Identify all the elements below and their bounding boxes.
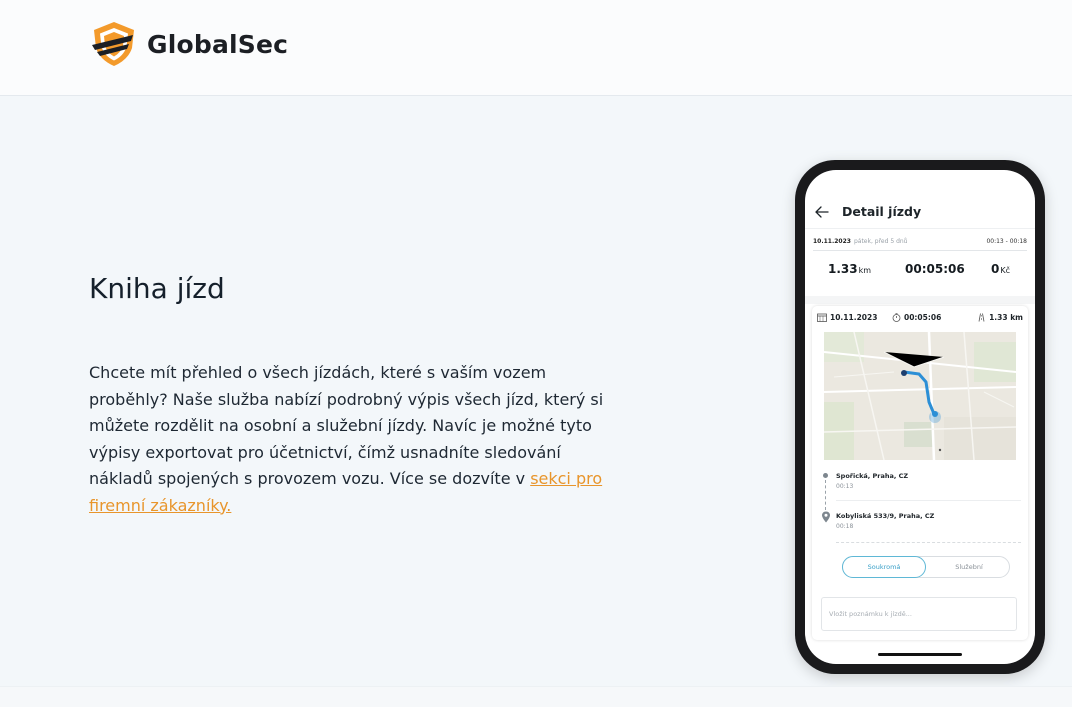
screen-title: Detail jízdy <box>842 204 922 219</box>
trip-date-sub: pátek, před 5 dnů <box>853 238 908 245</box>
trip-card: 10.11.2023 00:05:06 1.33 km Spořická, Pr… <box>812 306 1028 640</box>
stat-distance: 1.33km <box>828 262 871 276</box>
brand-name: GlobalSec <box>147 29 289 59</box>
trip-type-toggle[interactable]: Soukromá Služební <box>842 556 1010 578</box>
toggle-private[interactable]: Soukromá <box>842 556 926 578</box>
end-time: 00:18 <box>836 523 854 530</box>
phone-mockup: Detail jízdy 10.11.2023 pátek, před 5 dnů… <box>795 160 1045 674</box>
road-icon <box>978 313 985 322</box>
card-distance: 1.33 km <box>977 313 1023 322</box>
route-connector <box>825 480 826 510</box>
divider <box>813 250 1027 251</box>
stat-cost: 0Kč <box>991 262 1010 276</box>
brand-logo[interactable]: GlobalSec <box>91 21 288 67</box>
card-date: 10.11.2023 <box>817 313 877 322</box>
calendar-icon <box>817 313 827 322</box>
start-time: 00:13 <box>836 483 854 490</box>
shield-logo-icon <box>92 22 134 66</box>
section-description: Chcete mít přehled o všech jízdách, kter… <box>89 360 629 519</box>
back-arrow-icon[interactable] <box>814 204 830 220</box>
section-title: Kniha jízd <box>89 272 225 305</box>
section-gap <box>805 296 1035 304</box>
start-dot-icon <box>823 473 828 478</box>
trip-card-header: 10.11.2023 00:05:06 1.33 km <box>817 313 1023 325</box>
stat-distance-unit: km <box>858 266 872 275</box>
home-indicator <box>878 653 962 656</box>
card-duration-text: 00:05:06 <box>904 313 942 322</box>
start-address: Spořická, Praha, CZ <box>836 472 909 480</box>
end-address: Kobyliská 533/9, Praha, CZ <box>836 512 935 520</box>
divider <box>805 228 1035 229</box>
stat-duration: 00:05:06 <box>905 262 965 276</box>
phone-screen: Detail jízdy 10.11.2023 pátek, před 5 dnů… <box>805 170 1035 664</box>
site-header: GlobalSec <box>0 0 1072 96</box>
location-pin-icon <box>822 511 830 523</box>
stat-distance-value: 1.33 <box>828 262 858 276</box>
note-input[interactable]: Vložit poznámku k jízdě... <box>821 597 1017 631</box>
card-date-text: 10.11.2023 <box>830 313 878 322</box>
app-header: Detail jízdy <box>805 200 1035 230</box>
divider <box>836 542 1021 543</box>
divider <box>836 500 1021 501</box>
card-distance-text: 1.33 km <box>989 313 1023 322</box>
trip-time-range: 00:13 - 00:18 <box>986 238 1027 245</box>
card-duration: 00:05:06 <box>892 313 941 322</box>
description-text: Chcete mít přehled o všech jízdách, kter… <box>89 363 604 488</box>
trip-date: 10.11.2023 <box>813 238 851 245</box>
toggle-business[interactable]: Služební <box>927 557 1011 577</box>
stopwatch-icon <box>892 313 901 322</box>
stat-cost-unit: Kč <box>1000 266 1011 275</box>
route-map[interactable] <box>824 332 1016 460</box>
footer-strip <box>0 686 1072 707</box>
stat-cost-value: 0 <box>991 262 1000 276</box>
trip-stats: 1.33km 00:05:06 0Kč <box>805 262 1035 282</box>
trip-date-row: 10.11.2023 pátek, před 5 dnů 00:13 - 00:1… <box>813 238 1027 245</box>
